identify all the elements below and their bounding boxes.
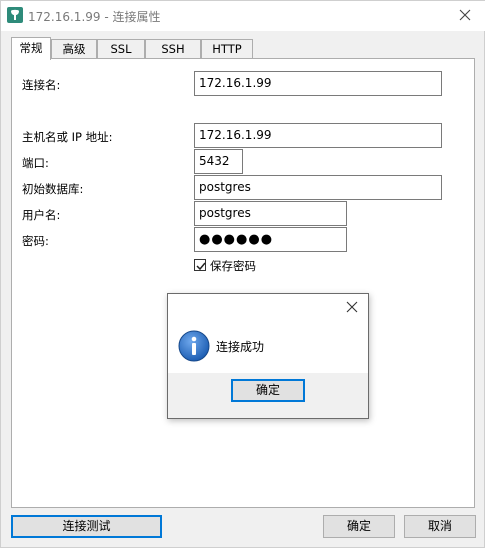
host-label: 主机名或 IP 地址: — [22, 130, 113, 144]
initial-database-input[interactable]: postgres — [194, 175, 442, 200]
connection-name-label: 连接名: — [22, 78, 61, 92]
dialog-close-icon[interactable] — [344, 299, 360, 315]
ok-button[interactable]: 确定 — [323, 515, 395, 538]
save-password-checkbox[interactable] — [194, 259, 206, 271]
tab-http[interactable]: HTTP — [201, 39, 253, 59]
tab-ssh[interactable]: SSH — [145, 39, 201, 59]
connection-success-dialog: 连接成功 确定 — [167, 293, 369, 419]
password-label: 密码: — [22, 234, 49, 248]
checkmark-icon — [196, 262, 206, 271]
initial-database-label: 初始数据库: — [22, 182, 84, 196]
cancel-button[interactable]: 取消 — [404, 515, 476, 538]
password-input[interactable]: ●●●●●● — [194, 227, 347, 252]
dialog-title-bar — [168, 294, 368, 323]
postgresql-elephant-icon — [7, 7, 23, 23]
window-close-icon[interactable] — [455, 5, 475, 25]
save-password-label[interactable]: 保存密码 — [210, 258, 256, 274]
general-tab-panel: 连接名: 172.16.1.99 主机名或 IP 地址: 172.16.1.99… — [11, 58, 475, 508]
window-title: 172.16.1.99 - 连接属性 — [28, 10, 161, 24]
connection-properties-window: 172.16.1.99 - 连接属性 常规 高级 SSL SSH HTTP 连接… — [0, 0, 485, 548]
connection-name-input[interactable]: 172.16.1.99 — [194, 71, 442, 96]
tab-advanced[interactable]: 高级 — [51, 39, 97, 59]
title-bar: 172.16.1.99 - 连接属性 — [1, 1, 485, 31]
tab-ssl[interactable]: SSL — [97, 39, 145, 59]
host-input[interactable]: 172.16.1.99 — [194, 123, 442, 148]
dialog-message: 连接成功 — [216, 340, 265, 354]
tab-general[interactable]: 常规 — [11, 37, 51, 60]
username-input[interactable]: postgres — [194, 201, 347, 226]
info-icon — [178, 330, 210, 362]
dialog-ok-button[interactable]: 确定 — [231, 379, 305, 402]
dialog-body: 连接成功 — [168, 323, 368, 373]
test-connection-button[interactable]: 连接测试 — [11, 515, 162, 538]
port-label: 端口: — [22, 156, 49, 170]
username-label: 用户名: — [22, 208, 61, 222]
port-input[interactable]: 5432 — [194, 149, 243, 174]
